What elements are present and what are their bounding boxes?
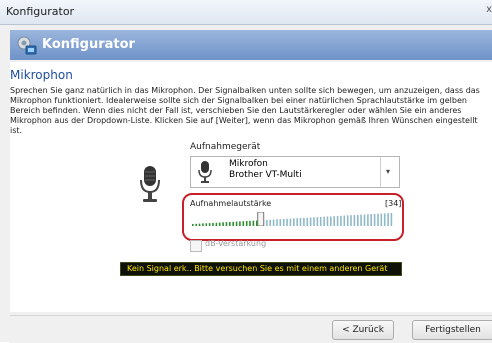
configurator-window: Konfigurator x Konfigurator Mikrophon Sp…	[0, 0, 492, 343]
close-icon[interactable]: x	[486, 4, 492, 15]
slider-tick	[215, 222, 218, 226]
dropdown-arrow[interactable]: ▾	[380, 157, 399, 187]
slider-tick	[340, 215, 342, 226]
slider-tick	[282, 219, 285, 226]
slider-tick	[357, 214, 359, 226]
slider-tick	[313, 217, 315, 226]
slider-tick	[319, 216, 322, 226]
db-boost-label: dB-Verstärkung	[205, 239, 267, 248]
slider-tick	[269, 219, 271, 226]
header-title: Konfigurator	[42, 37, 135, 52]
slider-tick	[249, 220, 251, 226]
slider-tick	[235, 221, 238, 226]
section-description: Sprechen Sie ganz natürlich in das Mikro…	[10, 86, 480, 135]
slider-tick	[192, 224, 194, 226]
slider-tick	[242, 221, 245, 226]
slider-tick	[286, 218, 288, 226]
slider-tick	[222, 222, 224, 226]
slider-tick	[303, 217, 305, 226]
volume-label: Aufnahmelautstärke	[190, 199, 272, 208]
slider-tick	[296, 218, 298, 226]
slider-tick	[360, 214, 362, 226]
slider-tick	[316, 217, 319, 226]
slider-tick	[380, 213, 383, 226]
slider-tick	[232, 221, 234, 226]
slider-tick	[195, 223, 197, 226]
slider-tick	[333, 216, 335, 226]
signal-status-bar: Kein Signal erk.. Bitte versuchen Sie es…	[120, 262, 402, 276]
signal-status-text: Kein Signal erk.. Bitte versuchen Sie es…	[127, 264, 388, 273]
slider-tick	[293, 218, 295, 226]
slider-tick	[205, 223, 208, 226]
slider-tick	[198, 223, 201, 226]
slider-tick	[225, 222, 228, 226]
volume-slider[interactable]	[190, 212, 396, 226]
back-button[interactable]: < Zurück	[332, 320, 394, 340]
slider-tick	[239, 221, 241, 226]
slider-tick	[326, 216, 329, 226]
slider-tick	[363, 214, 366, 226]
slider-tick	[289, 218, 292, 226]
slider-tick	[350, 215, 352, 226]
content-panel: Mikrophon Sprechen Sie ganz natürlich in…	[10, 62, 492, 312]
title-bar: Konfigurator x	[0, 0, 492, 25]
slider-thumb[interactable]	[257, 212, 265, 226]
slider-tick	[346, 215, 349, 226]
finish-button[interactable]: Fertigstellen	[412, 320, 492, 340]
section-heading: Mikrophon	[10, 68, 73, 82]
wizard-header: Konfigurator	[10, 30, 492, 60]
slider-tick	[218, 222, 221, 226]
slider-tick	[252, 220, 255, 226]
chevron-down-icon: ▾	[386, 167, 391, 176]
slider-tick	[390, 213, 393, 226]
slider-tick	[377, 213, 379, 226]
slider-tick	[370, 214, 372, 226]
db-boost-checkbox[interactable]	[190, 240, 202, 252]
slider-tick	[353, 215, 356, 226]
slider-tick	[330, 216, 332, 226]
slider-tick	[309, 217, 312, 226]
device-label: Aufnahmegerät	[190, 142, 261, 152]
slider-tick	[383, 213, 386, 226]
wizard-icon	[17, 36, 37, 55]
slider-tick	[387, 213, 389, 226]
microphone-icon	[140, 166, 160, 202]
slider-tick	[336, 216, 339, 226]
slider-tick	[266, 219, 268, 226]
window-title: Konfigurator	[6, 5, 75, 18]
slider-tick	[212, 222, 214, 226]
slider-tick	[245, 221, 248, 226]
slider-tick	[202, 223, 204, 226]
slider-tick	[208, 223, 211, 226]
slider-tick	[279, 219, 282, 226]
device-type: Mikrofon	[229, 159, 268, 169]
slider-tick	[373, 213, 376, 226]
slider-tick	[367, 214, 369, 226]
volume-value: [34]	[385, 199, 402, 208]
device-dropdown[interactable]: Mikrofon Brother VT-Multi ▾	[190, 156, 400, 188]
slider-tick	[323, 216, 325, 226]
wizard-footer: < Zurück Fertigstellen	[10, 315, 492, 343]
device-name: Brother VT-Multi	[229, 170, 302, 180]
slider-tick	[276, 219, 278, 226]
device-microphone-icon	[198, 161, 212, 183]
slider-tick	[343, 215, 346, 226]
slider-tick	[229, 221, 231, 226]
slider-tick	[306, 217, 309, 226]
slider-tick	[272, 219, 275, 226]
slider-tick	[299, 218, 302, 226]
